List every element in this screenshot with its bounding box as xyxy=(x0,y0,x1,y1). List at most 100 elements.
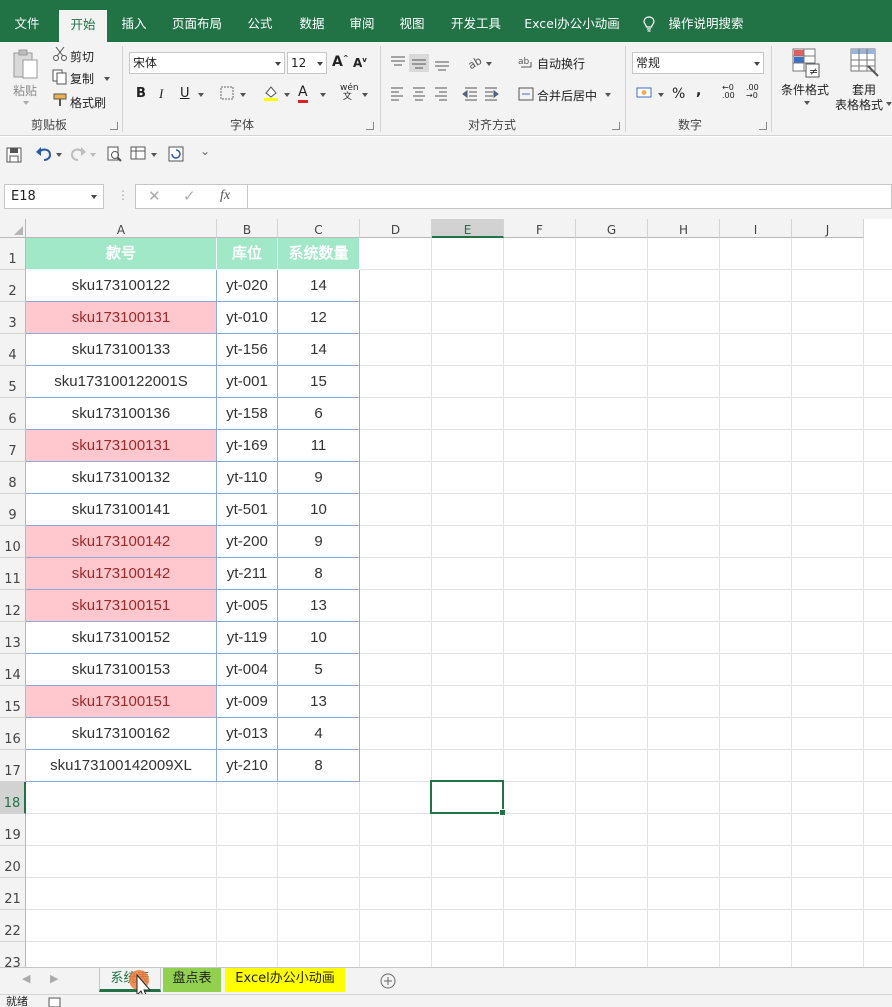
decrease-decimal-icon[interactable]: .00 →0 xyxy=(746,84,759,100)
paste-button[interactable]: 粘贴 xyxy=(13,82,37,99)
font-size-select[interactable]: 12 xyxy=(287,52,327,74)
scissors-icon[interactable] xyxy=(52,46,68,62)
location-cell[interactable]: yt-210 xyxy=(217,750,278,782)
sheet-tab-inventory[interactable]: 盘点表 xyxy=(163,968,221,992)
conditional-format-icon[interactable]: ≠ xyxy=(792,48,820,78)
quantity-cell[interactable]: 13 xyxy=(278,686,360,718)
cancel-icon[interactable]: ✕ xyxy=(148,187,161,205)
save-icon[interactable] xyxy=(6,147,22,163)
quantity-cell[interactable]: 4 xyxy=(278,718,360,750)
column-header-f[interactable]: F xyxy=(504,219,576,238)
font-launcher-icon[interactable] xyxy=(366,122,374,130)
font-name-select[interactable]: 宋体 xyxy=(129,52,285,74)
row-header-5[interactable]: 5 xyxy=(0,366,26,398)
sku-cell[interactable]: sku173100131 xyxy=(26,430,217,462)
conditional-format-button[interactable]: 条件格式 xyxy=(781,81,829,98)
location-cell[interactable]: yt-004 xyxy=(217,654,278,686)
undo-dropdown-icon[interactable] xyxy=(56,153,62,157)
row-header-17[interactable]: 17 xyxy=(0,750,26,782)
tab-review[interactable]: 审阅 xyxy=(342,9,382,42)
quantity-cell[interactable]: 8 xyxy=(278,750,360,782)
fill-color-icon[interactable] xyxy=(262,84,280,102)
sku-cell[interactable]: sku173100142 xyxy=(26,558,217,590)
sku-cell[interactable]: sku173100122001S xyxy=(26,366,217,398)
quantity-cell[interactable]: 8 xyxy=(278,558,360,590)
insert-function-button[interactable]: fx xyxy=(220,188,230,204)
sku-cell[interactable]: sku173100151 xyxy=(26,590,217,622)
tab-page-layout[interactable]: 页面布局 xyxy=(164,9,230,42)
sku-cell[interactable]: sku173100142009XL xyxy=(26,750,217,782)
worksheet-grid[interactable]: A B C D E F G H I J 1 2 3 4 5 6 7 8 9 10 11 12 13 14 15 16 17 18 19 2… xyxy=(0,219,892,967)
alignment-launcher-icon[interactable] xyxy=(612,122,620,130)
undo-icon[interactable] xyxy=(35,146,53,162)
scroll-right-icon[interactable]: ▶ xyxy=(50,972,58,985)
redo-dropdown-icon[interactable] xyxy=(90,153,96,157)
quantity-cell[interactable]: 13 xyxy=(278,590,360,622)
quantity-cell[interactable]: 10 xyxy=(278,622,360,654)
table-tool-icon[interactable] xyxy=(130,146,148,162)
enter-icon[interactable]: ✓ xyxy=(183,187,196,205)
underline-dropdown-icon[interactable] xyxy=(198,93,204,97)
sku-cell[interactable]: sku173100133 xyxy=(26,334,217,366)
merge-center-icon[interactable] xyxy=(518,86,534,102)
wrap-text-button[interactable]: 自动换行 xyxy=(537,55,585,72)
row-header-18[interactable]: 18 xyxy=(0,782,26,814)
tab-insert[interactable]: 插入 xyxy=(112,9,156,42)
formula-input[interactable] xyxy=(248,184,892,209)
copy-button[interactable]: 复制 xyxy=(70,70,94,87)
location-cell[interactable]: yt-501 xyxy=(217,494,278,526)
column-header-b[interactable]: B xyxy=(217,219,278,238)
vertical-align-icons[interactable] xyxy=(389,54,453,72)
row-header-16[interactable]: 16 xyxy=(0,718,26,750)
location-cell[interactable]: yt-169 xyxy=(217,430,278,462)
quantity-cell[interactable]: 11 xyxy=(278,430,360,462)
conditional-format-dropdown-icon[interactable] xyxy=(804,101,810,105)
table-header-cell[interactable]: 系统数量 xyxy=(278,238,360,270)
location-cell[interactable]: yt-013 xyxy=(217,718,278,750)
row-header-8[interactable]: 8 xyxy=(0,462,26,494)
sku-cell[interactable]: sku173100141 xyxy=(26,494,217,526)
refresh-icon[interactable] xyxy=(168,146,184,162)
orientation-dropdown-icon[interactable] xyxy=(486,62,492,66)
quantity-cell[interactable]: 10 xyxy=(278,494,360,526)
underline-button[interactable]: U xyxy=(180,86,190,101)
sku-cell[interactable]: sku173100151 xyxy=(26,686,217,718)
column-header-i[interactable]: I xyxy=(720,219,792,238)
customize-qat-icon[interactable]: ⌄ xyxy=(200,144,210,158)
increase-font-icon[interactable]: A^ xyxy=(332,54,349,70)
location-cell[interactable]: yt-158 xyxy=(217,398,278,430)
fill-color-dropdown-icon[interactable] xyxy=(284,93,290,97)
phonetic-guide-icon[interactable]: wén 文 xyxy=(340,84,359,102)
paste-dropdown-icon[interactable] xyxy=(23,101,29,105)
tab-home[interactable]: 开始 xyxy=(59,10,107,42)
sku-cell[interactable]: sku173100136 xyxy=(26,398,217,430)
column-header-j[interactable]: J xyxy=(792,219,864,238)
copy-dropdown-icon[interactable] xyxy=(104,77,110,81)
scroll-left-icon[interactable]: ◀ xyxy=(22,972,30,985)
column-header-e[interactable]: E xyxy=(432,219,504,238)
location-cell[interactable]: yt-156 xyxy=(217,334,278,366)
row-header-11[interactable]: 11 xyxy=(0,558,26,590)
format-as-table-icon[interactable] xyxy=(850,48,880,78)
row-header-9[interactable]: 9 xyxy=(0,494,26,526)
row-header-23[interactable]: 23 xyxy=(0,942,26,967)
sku-cell[interactable]: sku173100122 xyxy=(26,270,217,302)
quantity-cell[interactable]: 12 xyxy=(278,302,360,334)
sku-cell[interactable]: sku173100132 xyxy=(26,462,217,494)
row-header-3[interactable]: 3 xyxy=(0,302,26,334)
number-launcher-icon[interactable] xyxy=(759,122,767,130)
font-color-dropdown-icon[interactable] xyxy=(320,93,326,97)
tab-formulas[interactable]: 公式 xyxy=(238,9,282,42)
column-header-g[interactable]: G xyxy=(576,219,648,238)
row-header-12[interactable]: 12 xyxy=(0,590,26,622)
phonetic-dropdown-icon[interactable] xyxy=(362,93,368,97)
redo-icon[interactable] xyxy=(69,146,87,162)
sku-cell[interactable]: sku173100142 xyxy=(26,526,217,558)
table-header-cell[interactable]: 库位 xyxy=(217,238,278,270)
column-header-a[interactable]: A xyxy=(26,219,217,238)
location-cell[interactable]: yt-119 xyxy=(217,622,278,654)
cut-button[interactable]: 剪切 xyxy=(70,48,94,65)
macro-record-icon[interactable] xyxy=(48,997,62,1007)
row-header-13[interactable]: 13 xyxy=(0,622,26,654)
percent-style-button[interactable]: % xyxy=(672,86,685,102)
